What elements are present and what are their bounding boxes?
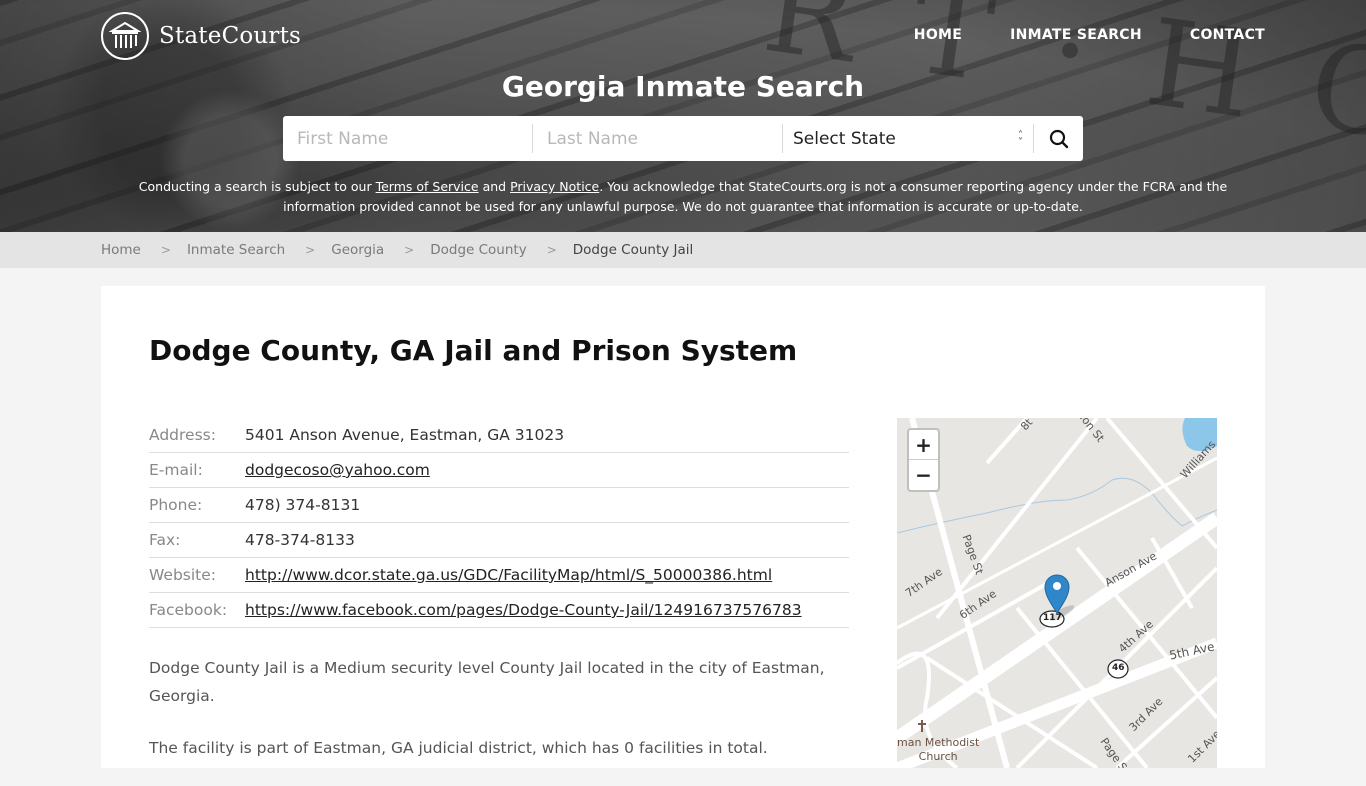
facility-card: Dodge County, GA Jail and Prison System … [101, 286, 1265, 768]
brand-name: StateCourts [159, 23, 302, 49]
route-117-shield: 117 [1043, 613, 1062, 623]
select-arrows-icon: ˄ ˅ [1018, 129, 1023, 148]
detail-row-email: E-mail: dodgecoso@yahoo.com [149, 453, 849, 488]
email-label: E-mail: [149, 461, 203, 479]
facebook-label: Facebook: [149, 601, 228, 619]
hero-title: Georgia Inmate Search [501, 70, 865, 103]
location-map[interactable]: + − Page St 7th Ave 6th Ave Anson Ave 4t… [897, 418, 1217, 768]
page-title: Dodge County, GA Jail and Prison System [149, 334, 798, 367]
nav-inmate-search[interactable]: INMATE SEARCH [1010, 27, 1142, 43]
detail-row-website: Website: http://www.dcor.state.ga.us/GDC… [149, 558, 849, 593]
breadcrumb-georgia[interactable]: Georgia [331, 242, 384, 258]
disclaimer-text: Conducting a search is subject to our [138, 179, 376, 194]
breadcrumb-current: Dodge County Jail [572, 242, 694, 258]
phone-label: Phone: [149, 496, 203, 514]
facebook-link[interactable]: https://www.facebook.com/pages/Dodge-Cou… [245, 601, 802, 619]
privacy-notice-link[interactable]: Privacy Notice [510, 179, 599, 194]
last-name-input[interactable] [533, 124, 782, 153]
description-paragraph: Dodge County Jail is a Medium security l… [149, 659, 825, 705]
nav-contact[interactable]: CONTACT [1190, 27, 1265, 43]
phone-value: 478) 374-8131 [245, 496, 361, 514]
address-value: 5401 Anson Avenue, Eastman, GA 31023 [245, 426, 565, 444]
chevron-right-icon: > [546, 243, 557, 257]
detail-row-fax: Fax: 478-374-8133 [149, 523, 849, 558]
main-nav: HOME INMATE SEARCH CONTACT [914, 27, 1265, 43]
disclaimer-text: and [478, 179, 511, 194]
detail-row-phone: Phone: 478) 374-8131 [149, 488, 849, 523]
zoom-out-button[interactable]: − [909, 460, 938, 490]
route-46-shield: 46 [1112, 663, 1125, 673]
breadcrumb-inmate-search[interactable]: Inmate Search [187, 242, 285, 258]
chevron-right-icon: > [305, 243, 316, 257]
first-name-input[interactable] [283, 124, 532, 153]
search-icon [1049, 129, 1068, 148]
detail-row-facebook: Facebook: https://www.facebook.com/pages… [149, 593, 849, 628]
state-select-value: Select State [793, 128, 896, 149]
courthouse-icon [101, 12, 149, 60]
breadcrumb-home[interactable]: Home [101, 242, 141, 258]
chevron-right-icon: > [160, 243, 171, 257]
map-label-church: man Methodist Church [897, 736, 980, 763]
breadcrumb: Home > Inmate Search > Georgia > Dodge C… [0, 232, 1366, 268]
search-bar: Select State ˄˅ [283, 116, 1083, 161]
search-button[interactable] [1034, 124, 1083, 153]
map-streets [897, 418, 1217, 768]
detail-row-address: Address: 5401 Anson Avenue, Eastman, GA … [149, 418, 849, 453]
hero-header: RT·HOUSE StateCourts HOME INMATE SEARCH … [0, 0, 1366, 232]
zoom-in-button[interactable]: + [909, 430, 938, 460]
breadcrumb-dodge-county[interactable]: Dodge County [430, 242, 526, 258]
email-link[interactable]: dodgecoso@yahoo.com [245, 461, 430, 479]
nav-home[interactable]: HOME [914, 27, 962, 43]
facility-details: Address: 5401 Anson Avenue, Eastman, GA … [149, 418, 849, 628]
fax-value: 478-374-8133 [245, 531, 355, 549]
terms-of-service-link[interactable]: Terms of Service [376, 179, 479, 194]
website-label: Website: [149, 566, 217, 584]
website-link[interactable]: http://www.dcor.state.ga.us/GDC/Facility… [245, 566, 772, 584]
description-paragraph: The facility is part of Eastman, GA judi… [149, 739, 768, 757]
address-label: Address: [149, 426, 216, 444]
state-select[interactable]: Select State ˄ ˅ [783, 124, 1033, 153]
logo[interactable]: StateCourts [101, 12, 301, 60]
fax-label: Fax: [149, 531, 181, 549]
map-zoom-control: + − [907, 428, 940, 492]
search-disclaimer: Conducting a search is subject to our Te… [120, 177, 1246, 217]
chevron-right-icon: > [404, 243, 415, 257]
facility-description: Dodge County Jail is a Medium security l… [149, 654, 849, 786]
